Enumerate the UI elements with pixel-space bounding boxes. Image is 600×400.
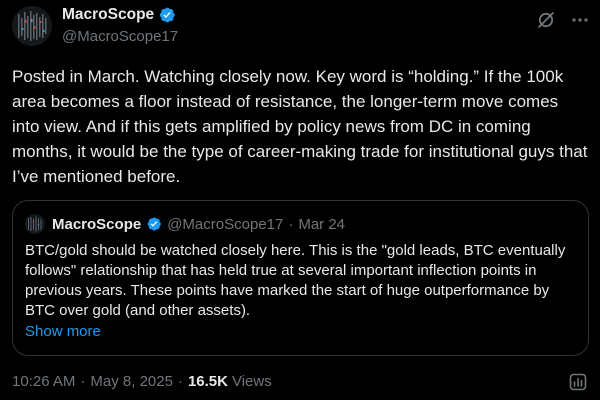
tweet-date[interactable]: May 8, 2025 [90,373,173,390]
views-count: 16.5K [187,373,228,390]
quoted-author-avatar [25,214,45,234]
author-handle[interactable]: @MacroScope17 [62,28,178,45]
tweet-text: Posted in March. Watching closely now. K… [12,67,588,186]
author-avatar[interactable] [12,6,52,46]
grok-icon[interactable] [536,10,556,30]
meta-separator: · [80,373,86,390]
author-display-name[interactable]: MacroScope [62,6,154,24]
views-label: Views [231,373,272,390]
analytics-icon[interactable] [568,372,588,392]
quoted-separator: · [288,215,294,233]
more-dots-icon[interactable] [570,10,590,30]
verified-badge-icon [146,216,162,232]
quoted-author-name: MacroScope [52,215,142,233]
quoted-tweet-card[interactable]: MacroScope @MacroScope17 · Mar 24 BTC/go… [12,200,589,356]
quoted-tweet-text: BTC/gold should be watched closely here.… [25,242,566,319]
author-name-row: MacroScope [62,6,176,24]
tweet-meta: 10:26 AM · May 8, 2025 · 16.5K Views [12,373,272,390]
show-more-link[interactable]: Show more [25,323,101,340]
verified-badge-icon[interactable] [158,6,176,24]
quoted-date: Mar 24 [298,215,346,233]
tweet-time[interactable]: 10:26 AM [12,373,75,390]
top-actions [536,10,590,30]
quoted-author-handle: @MacroScope17 [167,215,284,233]
meta-separator: · [177,373,183,390]
quoted-tweet-header: MacroScope @MacroScope17 · Mar 24 [25,213,576,235]
